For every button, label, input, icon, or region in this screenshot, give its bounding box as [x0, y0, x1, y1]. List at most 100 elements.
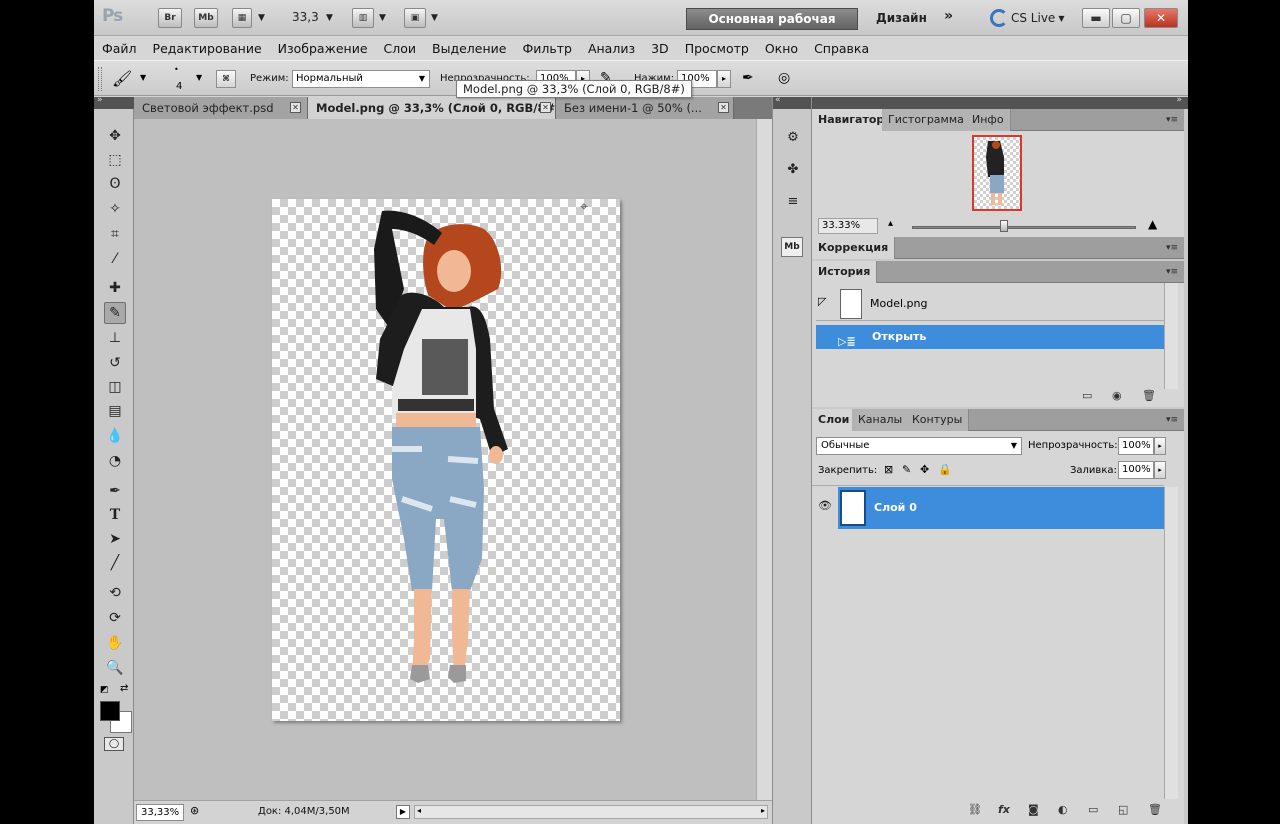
link-layers-icon[interactable]: ⛓	[968, 803, 982, 816]
panel-menu-icon[interactable]: ▾≡	[1166, 243, 1178, 253]
new-document-from-state-icon[interactable]: ▭	[1082, 389, 1092, 402]
zoom-level[interactable]: 33,3	[292, 10, 319, 24]
tab-model-png[interactable]: Model.png @ 33,3% (Слой 0, RGB/8#) ✕	[308, 97, 556, 119]
menu-window[interactable]: Окно	[765, 41, 798, 56]
status-zoom-input[interactable]: 33,33%	[136, 804, 184, 821]
3d-rotate-tool-icon[interactable]: ⟲	[104, 582, 126, 604]
canvas-area[interactable]: ⌖	[134, 119, 756, 800]
history-scrollbar[interactable]	[1164, 283, 1178, 389]
zoom-dropdown-icon[interactable]: ▼	[326, 8, 333, 28]
quick-selection-tool-icon[interactable]: ✧	[104, 198, 126, 220]
zoom-tool-icon[interactable]: 🔍	[104, 657, 126, 679]
zoom-in-icon[interactable]: ▲	[1148, 217, 1157, 231]
tool-preset-dropdown-icon[interactable]: ▼	[140, 73, 146, 82]
workspace-design-button[interactable]: Дизайн	[876, 11, 927, 25]
pen-tool-icon[interactable]: ✒	[104, 480, 126, 502]
hand-tool-icon[interactable]: ✋	[104, 632, 126, 654]
new-layer-icon[interactable]: ◱	[1118, 803, 1128, 816]
quick-mask-icon[interactable]: ◯	[104, 737, 124, 751]
airbrush-icon[interactable]: ✒	[742, 70, 754, 86]
navigator-preview[interactable]	[972, 135, 1022, 211]
navigator-zoom-slider[interactable]	[912, 226, 1136, 229]
menu-select[interactable]: Выделение	[432, 41, 506, 56]
fill-arrow-icon[interactable]: ▸	[1154, 461, 1166, 479]
arrange-documents-icon[interactable]: ▥	[352, 8, 374, 28]
clone-source-icon[interactable]: ≡	[781, 189, 805, 213]
lock-transparency-icon[interactable]: ⊠	[884, 463, 893, 476]
brush-tool-icon[interactable]: ✎	[104, 302, 126, 324]
mode-select[interactable]: Нормальный ▼	[292, 70, 430, 88]
history-brush-tool-icon[interactable]: ↺	[104, 352, 126, 374]
tab-histogram[interactable]: Гистограмма	[882, 109, 971, 131]
fill-input[interactable]: 100%	[1118, 461, 1154, 479]
minimize-button[interactable]: ▬	[1082, 8, 1110, 28]
brush-picker-dropdown-icon[interactable]: ▼	[196, 73, 202, 82]
options-grip[interactable]	[98, 67, 102, 91]
adjustment-layer-icon[interactable]: ◐	[1058, 803, 1068, 816]
close-button[interactable]: ✕	[1144, 8, 1178, 28]
close-tab-icon[interactable]: ✕	[540, 102, 551, 113]
crop-tool-icon[interactable]: ⌗	[104, 223, 126, 245]
menu-image[interactable]: Изображение	[278, 41, 368, 56]
screen-mode-icon[interactable]: ▣	[404, 8, 426, 28]
new-group-icon[interactable]: ▭	[1088, 803, 1098, 816]
collapse-icon[interactable]: »	[1176, 95, 1182, 105]
menu-help[interactable]: Справка	[814, 41, 869, 56]
brush-panel-toggle-icon[interactable]: ⌘	[216, 70, 236, 88]
layers-scrollbar[interactable]	[1164, 487, 1178, 799]
clone-stamp-tool-icon[interactable]: ⊥	[104, 327, 126, 349]
trash-icon[interactable]: 🗑	[1142, 389, 1156, 402]
menu-edit[interactable]: Редактирование	[153, 41, 262, 56]
path-selection-tool-icon[interactable]: ➤	[104, 528, 126, 550]
maximize-button[interactable]: ▢	[1112, 8, 1140, 28]
trash-icon[interactable]: 🗑	[1148, 803, 1162, 816]
tab-navigator[interactable]: Навигатор	[812, 109, 892, 131]
tools-panel-header[interactable]: »	[94, 95, 134, 109]
panels-header[interactable]: »	[812, 95, 1188, 109]
zoom-out-icon[interactable]: ▴	[888, 218, 893, 229]
menu-view[interactable]: Просмотр	[685, 41, 749, 56]
history-brush-source-icon[interactable]: ◸	[818, 295, 826, 308]
layer-opacity-input[interactable]: 100%	[1118, 437, 1154, 455]
tablet-size-icon[interactable]: ◎	[778, 70, 790, 86]
canvas-horizontal-scrollbar[interactable]: ◂ ▸	[414, 805, 768, 819]
marquee-tool-icon[interactable]: ⬚	[104, 149, 126, 171]
tab-lighting-effect[interactable]: Световой эффект.psd ✕	[134, 97, 308, 119]
tab-layers[interactable]: Слои	[812, 409, 857, 431]
more-workspaces-icon[interactable]: »	[944, 8, 953, 24]
tab-channels[interactable]: Каналы	[852, 409, 910, 431]
menu-file[interactable]: Файл	[102, 41, 137, 56]
brush-size[interactable]: 4	[176, 81, 182, 92]
minibridge-button[interactable]: Mb	[194, 8, 218, 28]
tab-untitled-1[interactable]: Без имени-1 @ 50% (... ✕	[556, 97, 734, 119]
lock-position-icon[interactable]: ✥	[920, 463, 929, 476]
default-colors-icon[interactable]: ◩	[100, 685, 109, 695]
panel-menu-icon[interactable]: ▾≡	[1166, 267, 1178, 277]
brush-panel-icon[interactable]: ✤	[781, 157, 805, 181]
brush-tool-preset-icon[interactable]: 🖌	[112, 69, 132, 88]
new-snapshot-icon[interactable]: ◉	[1112, 389, 1122, 402]
tab-history[interactable]: История	[812, 261, 878, 283]
close-tab-icon[interactable]: ✕	[718, 102, 729, 113]
menu-3d[interactable]: 3D	[651, 41, 669, 56]
blend-mode-select[interactable]: Обычные ▼	[816, 437, 1022, 455]
navigator-zoom-input[interactable]: 33.33%	[818, 218, 878, 234]
close-tab-icon[interactable]: ✕	[290, 102, 301, 113]
line-tool-icon[interactable]: ╱	[104, 552, 126, 574]
tab-correction[interactable]: Коррекция	[812, 237, 896, 259]
status-info-icon[interactable]: ⊛	[190, 804, 199, 817]
healing-brush-tool-icon[interactable]: ✚	[104, 277, 126, 299]
scroll-right-icon[interactable]: ▸	[761, 806, 765, 815]
navigator-zoom-knob[interactable]	[1000, 220, 1008, 232]
eyedropper-tool-icon[interactable]: ⁄	[104, 248, 126, 270]
minibridge-panel-icon[interactable]: Mb	[781, 237, 803, 257]
type-tool-icon[interactable]: T	[104, 504, 126, 526]
screen-mode-dropdown-icon[interactable]: ▼	[431, 8, 438, 28]
layer-visibility-eye-icon[interactable]: 👁	[816, 497, 834, 515]
menu-analysis[interactable]: Анализ	[588, 41, 635, 56]
view-extras-icon[interactable]: ▦	[232, 8, 252, 28]
collapse-icon[interactable]: »	[97, 95, 103, 105]
dock-header[interactable]: «	[773, 95, 811, 109]
bridge-button[interactable]: Br	[158, 8, 182, 28]
scroll-left-icon[interactable]: ◂	[417, 806, 421, 815]
